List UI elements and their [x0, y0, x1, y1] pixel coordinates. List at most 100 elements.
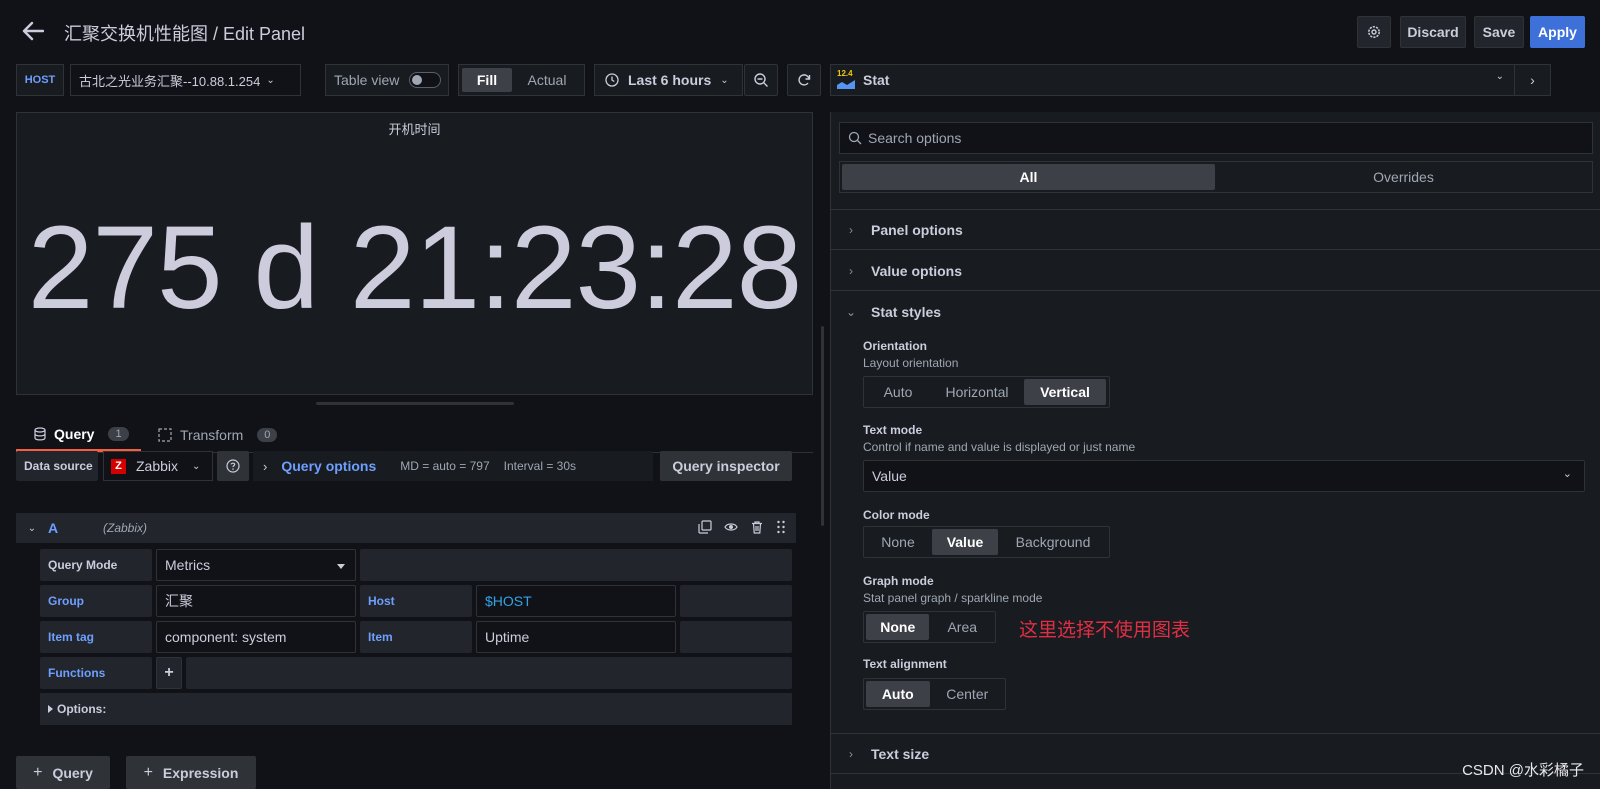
- clock-icon: [605, 73, 619, 87]
- panel-resize-handle[interactable]: [316, 402, 514, 405]
- fill-actual-group: Fill Actual: [458, 64, 585, 96]
- graph-mode-none[interactable]: None: [866, 614, 930, 640]
- discard-button[interactable]: Discard: [1400, 16, 1466, 48]
- graph-mode-radio: None Area: [863, 611, 996, 643]
- functions-filler: [186, 657, 792, 689]
- plus-icon: +: [143, 763, 153, 781]
- actual-option[interactable]: Actual: [514, 68, 580, 92]
- group-input[interactable]: 汇聚: [156, 585, 356, 617]
- chevron-right-icon: ›: [263, 458, 268, 474]
- add-function-button[interactable]: +: [156, 657, 182, 689]
- section-value-options[interactable]: › Value options: [831, 251, 1600, 291]
- orientation-radio: Auto Horizontal Vertical: [863, 376, 1110, 408]
- drag-handle-icon[interactable]: [776, 520, 786, 534]
- toggle-switch[interactable]: [409, 72, 442, 88]
- refresh-icon: [798, 74, 811, 86]
- save-button[interactable]: Save: [1474, 16, 1524, 48]
- query-row-header[interactable]: ⌄ A (Zabbix): [16, 513, 796, 543]
- orientation-auto[interactable]: Auto: [866, 379, 930, 405]
- item-input[interactable]: Uptime: [476, 621, 676, 653]
- datasource-help-button[interactable]: [217, 451, 249, 481]
- collapse-options-button[interactable]: ›: [1514, 65, 1550, 95]
- host-input[interactable]: $HOST: [476, 585, 676, 617]
- host-variable-value: 古北之光业务汇聚--10.88.1.254: [79, 73, 261, 89]
- query-mode-select[interactable]: Metrics: [156, 549, 356, 581]
- settings-button[interactable]: [1357, 16, 1391, 48]
- orientation-horizontal[interactable]: Horizontal: [932, 379, 1022, 405]
- zoom-out-icon: [754, 73, 768, 87]
- datasource-name: Zabbix: [136, 458, 179, 474]
- options-collapse[interactable]: Options:: [40, 693, 792, 725]
- time-range-picker[interactable]: Last 6 hours ⌄: [594, 64, 743, 96]
- search-options-input[interactable]: Search options: [839, 122, 1593, 154]
- add-expression-button[interactable]: + Expression: [126, 756, 256, 789]
- color-mode-background[interactable]: Background: [1000, 529, 1106, 555]
- tab-transform-label: Transform: [180, 427, 244, 443]
- caret-right-icon: [48, 705, 53, 713]
- tab-query[interactable]: Query 1: [16, 418, 141, 452]
- color-mode-radio: None Value Background: [863, 526, 1110, 558]
- zabbix-logo-icon: Z: [111, 458, 126, 474]
- host-row-filler: [680, 585, 792, 617]
- table-view-toggle[interactable]: Table view: [325, 64, 449, 96]
- orientation-desc: Layout orientation: [863, 356, 959, 370]
- orientation-title: Orientation: [863, 339, 928, 353]
- query-options-bar[interactable]: › Query options MD = auto = 797 Interval…: [253, 451, 653, 481]
- panel-preview: 开机时间 275 d 21:23:28: [16, 112, 813, 395]
- visualization-picker[interactable]: 12.4 Stat ⌄ ›: [830, 64, 1551, 96]
- viz-name: Stat: [863, 72, 890, 88]
- caret-down-icon: [337, 564, 345, 569]
- refresh-button[interactable]: [787, 64, 821, 96]
- text-alignment-center[interactable]: Center: [932, 681, 1003, 707]
- stat-viz-icon: 12.4: [837, 69, 855, 89]
- text-mode-desc: Control if name and value is displayed o…: [863, 440, 1136, 454]
- duplicate-icon[interactable]: [698, 520, 712, 534]
- transform-icon: [158, 428, 172, 442]
- add-query-button[interactable]: + Query: [16, 756, 110, 789]
- gear-icon: [1368, 26, 1380, 38]
- graph-mode-area[interactable]: Area: [931, 614, 993, 640]
- orientation-vertical[interactable]: Vertical: [1024, 379, 1106, 405]
- text-alignment-title: Text alignment: [863, 657, 947, 671]
- question-circle-icon: [226, 459, 240, 473]
- host-variable-select[interactable]: 古北之光业务汇聚--10.88.1.254 ⌄: [70, 64, 301, 96]
- chevron-down-icon[interactable]: ⌄: [16, 523, 48, 534]
- options-pane: Search options All Overrides › Panel opt…: [830, 112, 1600, 789]
- color-mode-value[interactable]: Value: [932, 529, 998, 555]
- section-stat-styles[interactable]: ⌄ Stat styles: [831, 292, 1600, 332]
- chevron-down-icon: ⌄: [845, 305, 857, 319]
- apply-button[interactable]: Apply: [1530, 16, 1585, 48]
- text-alignment-auto[interactable]: Auto: [866, 681, 930, 707]
- item-tag-input[interactable]: component: system: [156, 621, 356, 653]
- tab-transform[interactable]: Transform 0: [158, 418, 278, 452]
- chevron-right-icon: ›: [849, 746, 853, 761]
- fill-option[interactable]: Fill: [462, 68, 512, 92]
- color-mode-none[interactable]: None: [866, 529, 930, 555]
- plus-icon: +: [164, 664, 174, 681]
- functions-label: Functions: [40, 657, 152, 689]
- chevron-down-icon: ⌄: [1495, 71, 1504, 82]
- interval-info: Interval = 30s: [503, 459, 577, 473]
- trash-icon[interactable]: [750, 520, 764, 534]
- back-arrow-icon[interactable]: [20, 18, 46, 44]
- page-title: 汇聚交换机性能图 / Edit Panel: [64, 24, 306, 44]
- watermark: CSDN @水彩橘子: [1462, 762, 1584, 779]
- vertical-splitter[interactable]: [821, 326, 824, 526]
- tab-all[interactable]: All: [842, 164, 1215, 190]
- query-ref-id[interactable]: A: [48, 520, 103, 536]
- query-inspector-button[interactable]: Query inspector: [660, 451, 792, 481]
- eye-icon[interactable]: [724, 520, 738, 534]
- color-mode-title: Color mode: [863, 508, 930, 522]
- chevron-right-icon: ›: [849, 222, 853, 237]
- text-mode-select[interactable]: Value ⌄: [863, 460, 1585, 492]
- time-range-label: Last 6 hours: [628, 72, 712, 88]
- panel-title: 开机时间: [388, 122, 441, 137]
- search-placeholder: Search options: [868, 130, 962, 146]
- datasource-select[interactable]: Z Zabbix ⌄: [103, 451, 213, 481]
- tab-overrides[interactable]: Overrides: [1217, 164, 1590, 190]
- item-row-filler: [680, 621, 792, 653]
- zoom-out-button[interactable]: [744, 64, 778, 96]
- annotation-text: 这里选择不使用图表: [1019, 620, 1191, 641]
- section-panel-options[interactable]: › Panel options: [831, 210, 1600, 250]
- tab-query-label: Query: [54, 425, 95, 442]
